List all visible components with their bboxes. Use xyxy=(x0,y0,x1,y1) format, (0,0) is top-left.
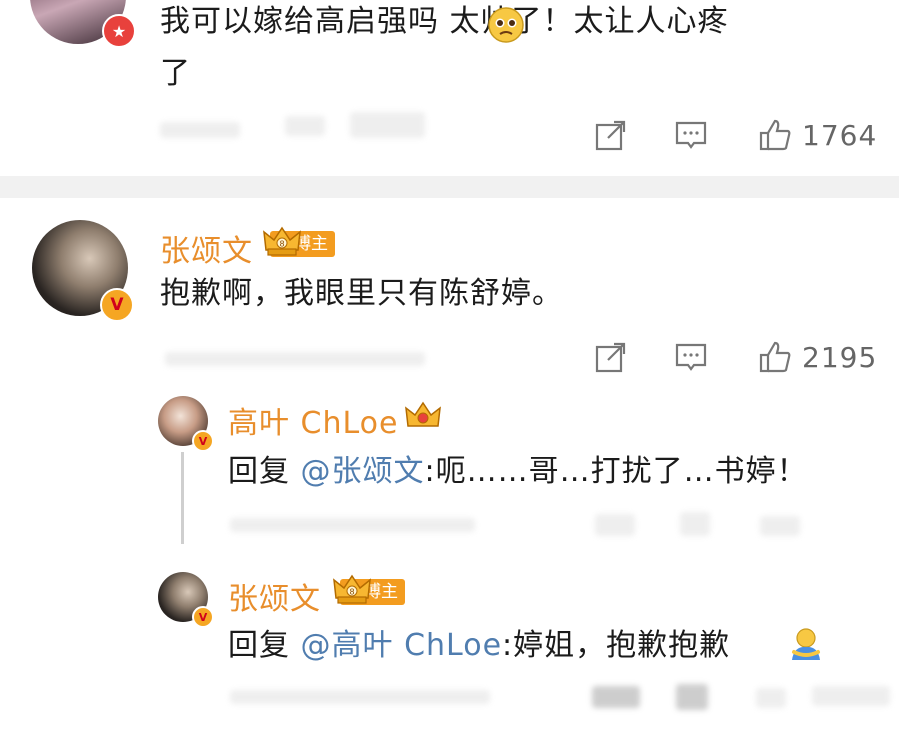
reply-text: 回复 @高叶 ChLoe:婷姐，抱歉抱歉 xyxy=(228,628,731,663)
verified-badge-icon: V xyxy=(192,606,214,628)
comment-meta xyxy=(230,690,490,704)
comment-meta xyxy=(160,122,240,138)
comment-text: 抱歉啊，我眼里只有陈舒婷。 xyxy=(160,276,563,311)
comment-icon[interactable] xyxy=(674,340,708,374)
verified-badge-icon: ★ xyxy=(102,14,136,48)
comment-text-line2: 了 xyxy=(160,56,191,91)
comment-actions: 1764 xyxy=(594,118,877,152)
author-name[interactable]: 高叶 ChLoe xyxy=(228,398,399,442)
avatar[interactable]: V xyxy=(158,396,214,452)
verified-badge-icon: V xyxy=(192,430,214,452)
comment-meta xyxy=(676,684,708,710)
comment-meta xyxy=(592,686,640,708)
share-icon[interactable] xyxy=(594,340,628,374)
comment-meta xyxy=(680,512,710,536)
hugging-person-icon xyxy=(786,626,826,666)
share-icon[interactable] xyxy=(594,118,628,152)
comment-meta xyxy=(350,112,425,138)
svg-text:8: 8 xyxy=(279,240,284,249)
author-name[interactable]: 张颂文 xyxy=(228,574,321,618)
comment-meta xyxy=(230,518,475,532)
thread-line xyxy=(181,452,184,544)
avatar[interactable]: ★ xyxy=(30,0,136,48)
svg-text:8: 8 xyxy=(349,588,354,597)
verified-badge-icon: V xyxy=(100,288,134,322)
comment-meta xyxy=(285,116,325,136)
comment-text: 我可以嫁给高启强吗 太帅了！太让人心疼 xyxy=(160,4,729,39)
avatar[interactable]: V xyxy=(32,220,134,322)
like-count: 2195 xyxy=(802,340,878,374)
pleading-face-icon xyxy=(487,6,525,48)
avatar[interactable]: V xyxy=(158,572,214,628)
comment-meta xyxy=(165,352,425,366)
crown-icon: 8 xyxy=(332,572,372,610)
crown-icon: 8 xyxy=(262,224,302,262)
mention-link[interactable]: @张颂文 xyxy=(301,454,425,489)
author-name[interactable]: 张颂文 xyxy=(160,226,253,270)
comment-actions: 2195 xyxy=(594,340,877,374)
comment-meta xyxy=(812,686,890,706)
like-icon[interactable] xyxy=(758,340,792,374)
comment-meta xyxy=(756,688,786,708)
comment-meta xyxy=(595,514,635,536)
like-icon[interactable] xyxy=(758,118,792,152)
section-divider xyxy=(0,176,899,198)
mention-link[interactable]: @高叶 ChLoe xyxy=(301,628,503,663)
comment-meta xyxy=(760,516,800,536)
reply-text: 回复 @张颂文:呃……哥…打扰了…书婷！ xyxy=(228,454,808,489)
comment-icon[interactable] xyxy=(674,118,708,152)
crown-icon xyxy=(404,398,442,436)
like-count: 1764 xyxy=(802,118,878,152)
